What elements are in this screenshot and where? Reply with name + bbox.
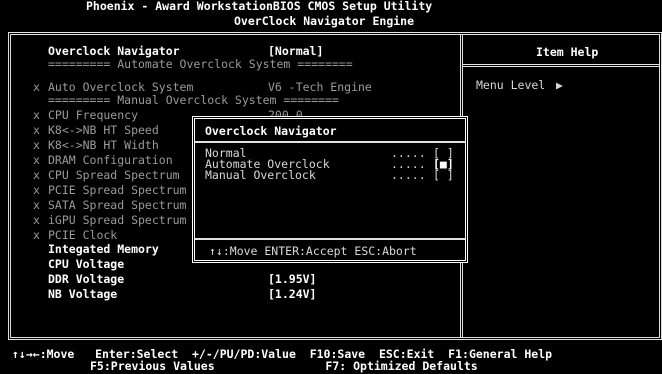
disabled-marker: x <box>33 80 40 94</box>
manual-section-header: ========= Manual Overclock System ======… <box>48 93 339 107</box>
page-subtitle: OverClock Navigator Engine <box>234 14 415 28</box>
dialog-title-divider <box>195 141 465 143</box>
auto-overclock-system-label: Auto Overclock System <box>48 80 194 94</box>
cpu-voltage-label[interactable]: CPU Voltage <box>48 258 124 270</box>
ddr-voltage-label[interactable]: DDR Voltage <box>48 273 124 285</box>
disabled-marker: x <box>33 213 40 227</box>
help-title-divider <box>463 64 659 67</box>
option-manual-label[interactable]: Manual Overclock <box>205 169 316 181</box>
overclock-navigator-label[interactable]: Overclock Navigator <box>48 45 180 57</box>
pcie-spread-spectrum-label: PCIE Spread Spectrum <box>48 183 187 197</box>
nb-voltage-label[interactable]: NB Voltage <box>48 288 117 300</box>
dialog-footer-divider <box>195 238 465 240</box>
igpu-spread-spectrum-label: iGPU Spread Spectrum <box>48 213 187 227</box>
nb-voltage-value[interactable]: [1.24V] <box>268 288 316 300</box>
cpu-spread-spectrum-label: CPU Spread Spectrum <box>48 168 180 182</box>
dialog-title: Overclock Navigator <box>205 124 337 138</box>
overclock-navigator-value[interactable]: [Normal] <box>268 45 323 57</box>
dialog-key-hints: ↑↓:Move ENTER:Accept ESC:Abort <box>209 244 417 258</box>
pcie-clock-label: PCIE Clock <box>48 228 118 242</box>
automate-section-header: ========= Automate Overclock System ====… <box>48 57 353 71</box>
option-manual-checkbox[interactable]: [ ] <box>433 169 454 181</box>
item-help-title: Item Help <box>536 45 599 59</box>
dram-configuration-label: DRAM Configuration <box>48 153 173 167</box>
ht-speed-label: K8<->NB HT Speed <box>48 123 159 137</box>
sata-spread-spectrum-label: SATA Spread Spectrum <box>48 198 187 212</box>
disabled-marker: x <box>33 153 40 167</box>
bios-title: Phoenix - Award WorkstationBIOS CMOS Set… <box>86 0 433 13</box>
overclock-navigator-dialog: Overclock Navigator Normal ..... [ ] Aut… <box>192 116 468 263</box>
menu-level-label: Menu Level <box>476 78 546 92</box>
disabled-marker: x <box>33 198 40 212</box>
disabled-marker: x <box>33 108 40 122</box>
disabled-marker: x <box>33 183 40 197</box>
option-manual-dots: ..... <box>391 168 426 182</box>
footer-defaults-hints: F5:Previous Values F7: Optimized Default… <box>90 359 478 373</box>
cpu-frequency-label: CPU Frequency <box>48 108 139 122</box>
integrated-memory-label[interactable]: Integated Memory <box>48 243 159 255</box>
menu-level-arrow-icon: ▶ <box>556 78 563 92</box>
ht-width-label: K8<->NB HT Width <box>48 138 159 152</box>
disabled-marker: x <box>33 228 40 242</box>
auto-overclock-system-value: V6 -Tech Engine <box>268 80 372 94</box>
disabled-marker: x <box>33 168 40 182</box>
disabled-marker: x <box>33 138 40 152</box>
ddr-voltage-value[interactable]: [1.95V] <box>268 273 316 285</box>
disabled-marker: x <box>33 123 40 137</box>
